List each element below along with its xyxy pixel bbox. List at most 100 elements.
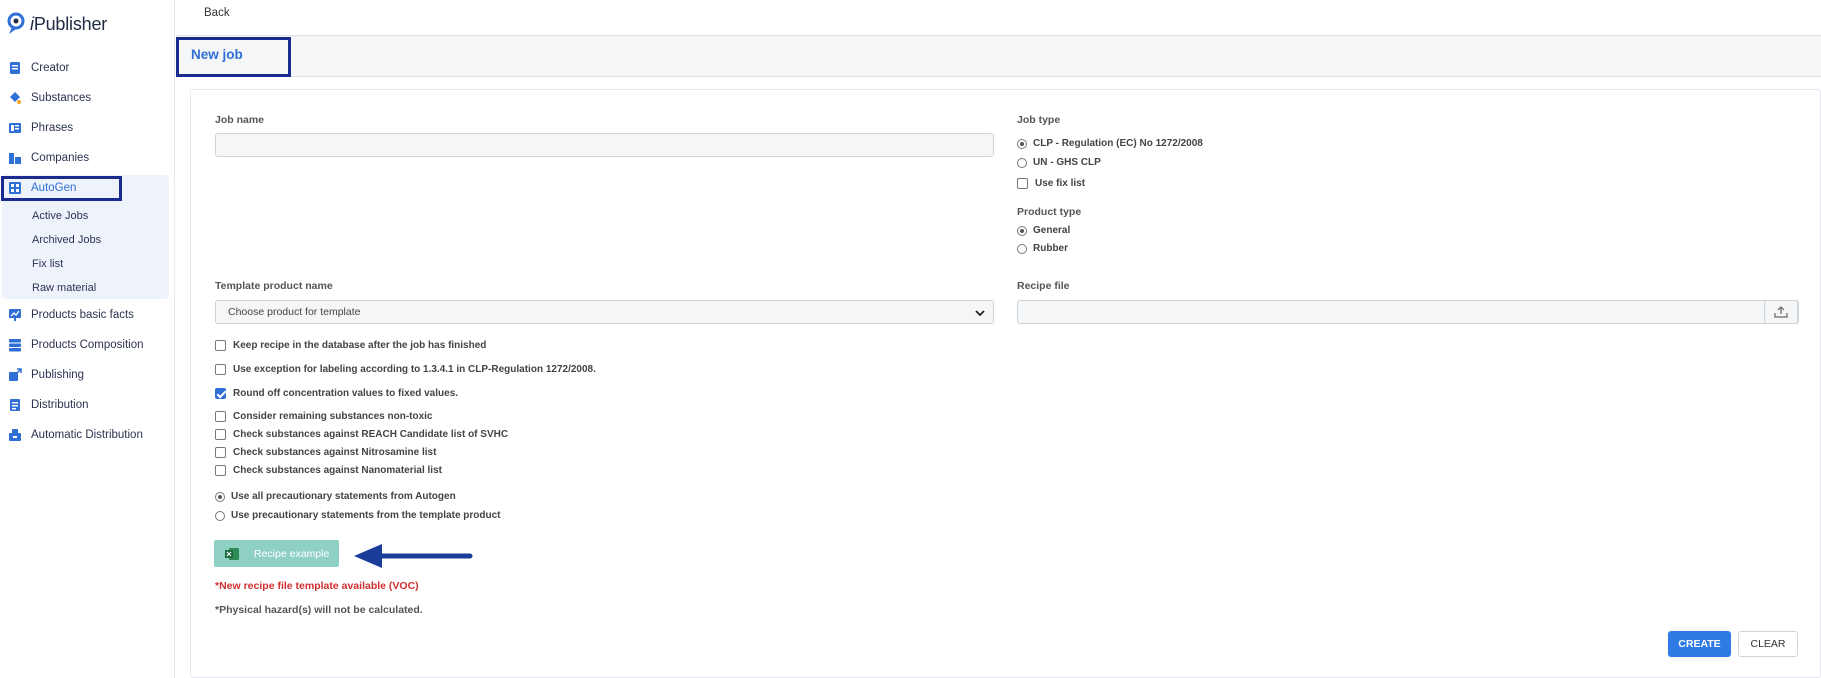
sidebar-item-products-basic-facts[interactable]: Products basic facts: [8, 304, 134, 326]
checkbox-box: [215, 447, 226, 458]
template-product-select[interactable]: Choose product for template: [215, 300, 994, 324]
product-type-label: Product type: [1017, 206, 1082, 218]
radio-label: Rubber: [1033, 243, 1068, 254]
automatic-distribution-icon: [9, 429, 21, 441]
job-type-radio-un-ghs[interactable]: UN - GHS CLP: [1017, 157, 1101, 168]
sidebar-subitem-archived-jobs[interactable]: Archived Jobs: [32, 234, 101, 246]
reach-svhc-checkbox[interactable]: Check substances against REACH Candidate…: [215, 429, 508, 440]
logo-icon: [7, 12, 25, 34]
job-type-label: Job type: [1017, 114, 1061, 126]
radio-indicator: [1017, 157, 1027, 168]
sidebar-subitem-fix-list[interactable]: Fix list: [32, 258, 63, 270]
radio-indicator: [215, 510, 225, 521]
clear-button[interactable]: CLEAR: [1738, 631, 1798, 657]
excel-icon: [225, 547, 239, 560]
sidebar-item-phrases[interactable]: Phrases: [8, 117, 73, 139]
sidebar-subitem-raw-material[interactable]: Raw material: [32, 282, 96, 294]
recipe-example-label: Recipe example: [254, 547, 330, 560]
checkbox-box: [215, 465, 226, 476]
radio-label: CLP - Regulation (EC) No 1272/2008: [1033, 138, 1203, 149]
checkbox-label: Round off concentration values to fixed …: [233, 388, 459, 399]
radio-label: Use precautionary statements from the te…: [231, 510, 501, 521]
sidebar-item-companies[interactable]: Companies: [8, 147, 89, 169]
checkbox-box: [215, 411, 226, 422]
sidebar-item-label: Creator: [31, 62, 70, 74]
checkbox-box-checked: [215, 388, 226, 399]
checkbox-box: [215, 340, 226, 351]
logo-text: iPublisher: [30, 13, 108, 34]
physical-hazard-note: *Physical hazard(s) will not be calculat…: [215, 604, 423, 616]
nitrosamine-checkbox[interactable]: Check substances against Nitrosamine lis…: [215, 447, 436, 458]
create-button[interactable]: CREATE: [1668, 631, 1731, 657]
sidebar-item-substances[interactable]: Substances: [8, 87, 91, 109]
checkbox-box: [1017, 178, 1028, 189]
use-fix-list-checkbox[interactable]: Use fix list: [1017, 178, 1085, 189]
checkbox-label: Keep recipe in the database after the jo…: [233, 340, 487, 351]
checkbox-label: Check substances against Nanomaterial li…: [233, 465, 442, 476]
select-placeholder: Choose product for template: [228, 306, 361, 318]
upload-icon: [1774, 306, 1788, 318]
title-bar: [176, 36, 1821, 77]
back-link[interactable]: Back: [204, 7, 230, 19]
sidebar-item-distribution[interactable]: Distribution: [8, 394, 89, 416]
nanomaterial-checkbox[interactable]: Check substances against Nanomaterial li…: [215, 465, 442, 476]
checkbox-label: Check substances against Nitrosamine lis…: [233, 447, 437, 458]
substances-icon: [10, 92, 21, 104]
logo[interactable]: iPublisher: [6, 12, 107, 36]
chevron-down-icon: [975, 310, 985, 317]
recipe-file-label: Recipe file: [1017, 280, 1070, 292]
radio-label: Use all precautionary statements from Au…: [231, 491, 456, 502]
precautionary-radio-autogen[interactable]: Use all precautionary statements from Au…: [215, 491, 456, 502]
sidebar-item-label: Products basic facts: [31, 309, 134, 321]
upload-button[interactable]: [1764, 300, 1798, 324]
sidebar-item-label: Products Composition: [31, 339, 144, 351]
product-type-radio-general[interactable]: General: [1017, 225, 1070, 236]
sidebar-item-label: Companies: [31, 152, 90, 164]
recipe-file-input[interactable]: [1017, 300, 1799, 324]
recipe-example-button[interactable]: Recipe example: [214, 540, 339, 567]
sidebar-item-label: Phrases: [31, 122, 74, 134]
companies-icon: [9, 153, 21, 164]
radio-selected-indicator: [1017, 138, 1027, 149]
publishing-icon: [9, 368, 22, 381]
sidebar-subitem-active-jobs[interactable]: Active Jobs: [32, 210, 88, 222]
autogen-highlight-box: [1, 176, 122, 201]
sidebar: iPublisher Creator Substances Phrases Co…: [0, 0, 175, 678]
template-product-label: Template product name: [215, 280, 333, 292]
sidebar-item-label: Substances: [31, 92, 92, 104]
keep-recipe-checkbox[interactable]: Keep recipe in the database after the jo…: [215, 340, 486, 351]
job-name-input[interactable]: [215, 133, 994, 157]
checkbox-label: Use fix list: [1035, 178, 1086, 189]
product-type-radio-rubber[interactable]: Rubber: [1017, 243, 1068, 254]
checkbox-label: Use exception for labeling according to …: [233, 364, 596, 375]
sidebar-item-creator[interactable]: Creator: [8, 57, 69, 79]
sidebar-item-products-composition[interactable]: Products Composition: [8, 334, 144, 356]
sidebar-item-label: Distribution: [31, 399, 89, 411]
annotation-arrow-icon: [354, 544, 473, 568]
new-template-note: *New recipe file template available (VOC…: [215, 580, 419, 592]
sidebar-item-publishing[interactable]: Publishing: [8, 364, 84, 386]
sidebar-item-label: Automatic Distribution: [31, 429, 143, 441]
job-type-radio-clp[interactable]: CLP - Regulation (EC) No 1272/2008: [1017, 138, 1203, 149]
sidebar-item-label: Publishing: [31, 369, 85, 381]
radio-label: General: [1033, 225, 1071, 236]
sidebar-item-automatic-distribution[interactable]: Automatic Distribution: [8, 424, 143, 446]
radio-selected-indicator: [215, 491, 225, 502]
round-off-checkbox[interactable]: Round off concentration values to fixed …: [215, 388, 458, 399]
radio-indicator: [1017, 243, 1027, 254]
radio-selected-indicator: [1017, 225, 1027, 236]
top-bar: Back: [176, 0, 1821, 36]
non-toxic-checkbox[interactable]: Consider remaining substances non-toxic: [215, 411, 432, 422]
creator-icon: [10, 62, 20, 74]
radio-label: UN - GHS CLP: [1033, 157, 1101, 168]
new-job-form-card: [190, 89, 1821, 678]
job-name-label: Job name: [215, 114, 265, 126]
checkbox-label: Consider remaining substances non-toxic: [233, 411, 433, 422]
page-title-highlight-box: [176, 37, 291, 77]
checkbox-box: [215, 429, 226, 440]
checkbox-label: Check substances against REACH Candidate…: [233, 429, 509, 440]
products-basic-facts-icon: [9, 309, 21, 321]
precautionary-radio-template[interactable]: Use precautionary statements from the te…: [215, 510, 501, 521]
use-exception-checkbox[interactable]: Use exception for labeling according to …: [215, 364, 596, 375]
distribution-icon: [10, 399, 20, 411]
